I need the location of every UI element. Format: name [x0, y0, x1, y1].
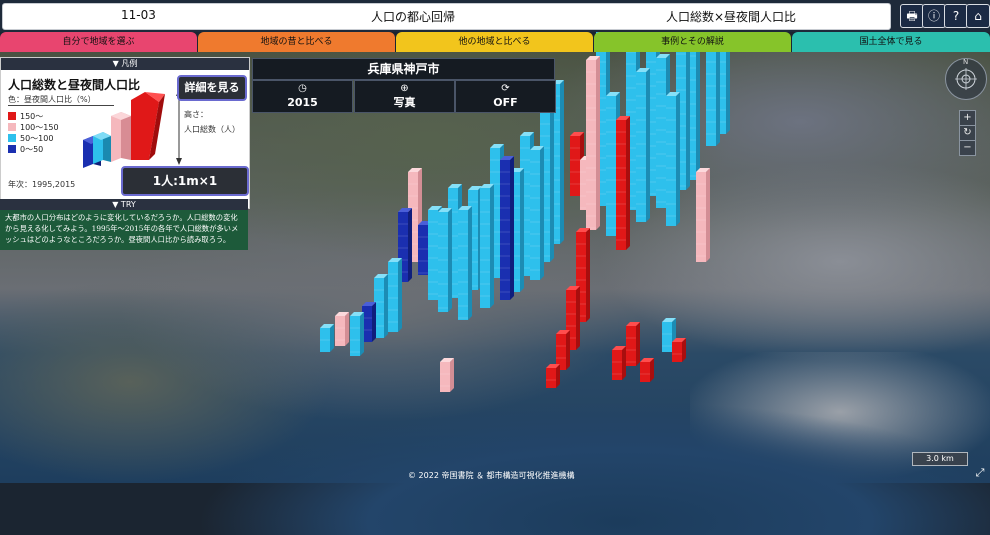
population-bar[interactable]	[640, 358, 654, 382]
population-bar[interactable]	[500, 156, 514, 300]
population-bar[interactable]	[530, 146, 544, 280]
tab-case-studies[interactable]: 事例とその解説	[594, 32, 791, 52]
legend-class-0-50: 0～50	[8, 144, 43, 155]
legend-class-label: 100～150	[20, 123, 59, 132]
map-subtitle: 人口総数×昼夜間人口比	[666, 10, 797, 24]
legend-class-label: 150～	[20, 112, 44, 121]
population-bar[interactable]	[335, 312, 349, 346]
population-bar[interactable]	[374, 274, 388, 338]
print-icon[interactable]: 🖶	[900, 4, 924, 28]
try-header[interactable]: ▼ TRY	[0, 199, 248, 210]
population-bar[interactable]	[616, 116, 630, 250]
place-name: 兵庫県神戸市	[252, 58, 555, 80]
swatch	[8, 134, 16, 142]
swatch	[8, 112, 16, 120]
legend-height-label: 高さ：	[184, 110, 208, 119]
rotate-view-button[interactable]: ↻	[959, 125, 976, 141]
refresh-icon: ⟳	[501, 83, 510, 94]
zoom-in-button[interactable]: +	[959, 110, 976, 126]
tab-compare-regions[interactable]: 他の地域と比べる	[396, 32, 593, 52]
theme-title: 人口の都心回帰	[371, 10, 456, 24]
info-icon[interactable]: ⓘ	[922, 4, 946, 28]
legend-class-100-150: 100～150	[8, 122, 59, 133]
tab-national-view[interactable]: 国土全体で見る	[792, 32, 990, 52]
legend-class-label: 0～50	[20, 145, 44, 154]
fullscreen-icon[interactable]: ⤢	[973, 466, 987, 480]
legend-years: 年次：1995,2015	[8, 180, 76, 189]
population-bar[interactable]	[362, 302, 376, 342]
legend-panel: ▼ 凡例 人口総数と昼夜間人口比 色：昼夜間人口比（%） 150～ 100～15…	[0, 57, 250, 209]
help-icon[interactable]: ?	[944, 4, 968, 28]
title-box: 11-03 人口の都心回帰 人口総数×昼夜間人口比	[2, 3, 891, 30]
legend-header[interactable]: ▼ 凡例	[1, 58, 249, 70]
clock-icon: ◷	[298, 83, 307, 94]
basemap-toggle-button[interactable]: ⊕ 写真	[354, 80, 455, 113]
population-bar[interactable]	[636, 68, 650, 222]
category-tabs: 自分で地域を選ぶ 地域の昔と比べる 他の地域と比べる 事例とその解説 国土全体で…	[0, 32, 990, 52]
year-label: 2015	[287, 96, 318, 109]
basemap-label: 写真	[393, 96, 416, 109]
top-bar: 11-03 人口の都心回帰 人口総数×昼夜間人口比 🖶 ⓘ ? ⌂	[0, 0, 990, 32]
swatch	[8, 123, 16, 131]
legend-class-150: 150～	[8, 111, 43, 122]
map-code: 11-03	[121, 8, 156, 22]
scale-ratio-button[interactable]: 1人:1m×1	[121, 166, 249, 196]
population-bar[interactable]	[586, 56, 600, 230]
swatch	[8, 145, 16, 153]
globe-icon: ⊕	[400, 83, 409, 94]
population-bar[interactable]	[696, 168, 710, 262]
zoom-out-button[interactable]: −	[959, 140, 976, 156]
legend-height-value: 人口総数（人）	[184, 125, 240, 134]
population-bar[interactable]	[480, 184, 494, 308]
population-bar[interactable]	[546, 364, 560, 388]
detail-button[interactable]: 詳細を見る	[177, 75, 247, 101]
population-bar[interactable]	[672, 338, 686, 362]
tab-compare-past[interactable]: 地域の昔と比べる	[198, 32, 395, 52]
population-bar[interactable]	[438, 208, 452, 312]
try-text: 大都市の人口分布はどのように変化しているだろうか。人口総数の変化から見える化して…	[0, 210, 248, 250]
home-icon[interactable]: ⌂	[966, 4, 990, 28]
rotate-toggle-button[interactable]: ⟳ OFF	[455, 80, 556, 113]
population-bar[interactable]	[666, 92, 680, 226]
population-bar[interactable]	[388, 258, 402, 332]
compass-control[interactable]: N	[945, 58, 987, 100]
population-bar[interactable]	[612, 346, 626, 380]
compass-icon	[955, 68, 977, 90]
north-label: N	[963, 58, 969, 66]
population-bar[interactable]	[440, 358, 454, 392]
legend-class-50-100: 50～100	[8, 133, 53, 144]
tab-select-region[interactable]: 自分で地域を選ぶ	[0, 32, 197, 52]
year-toggle-button[interactable]: ◷ 2015	[252, 80, 353, 113]
rotate-label: OFF	[493, 96, 518, 109]
population-bar[interactable]	[320, 324, 334, 352]
legend-class-label: 50～100	[20, 134, 54, 143]
population-bar[interactable]	[458, 206, 472, 320]
population-bar[interactable]	[626, 322, 640, 366]
copyright: © 2022 帝国書院 ＆ 都市構造可視化推進機構	[408, 471, 575, 480]
population-bar[interactable]	[350, 312, 364, 356]
scale-bar: 3.0 km	[912, 452, 968, 466]
legend-bar-illustration	[83, 89, 182, 168]
